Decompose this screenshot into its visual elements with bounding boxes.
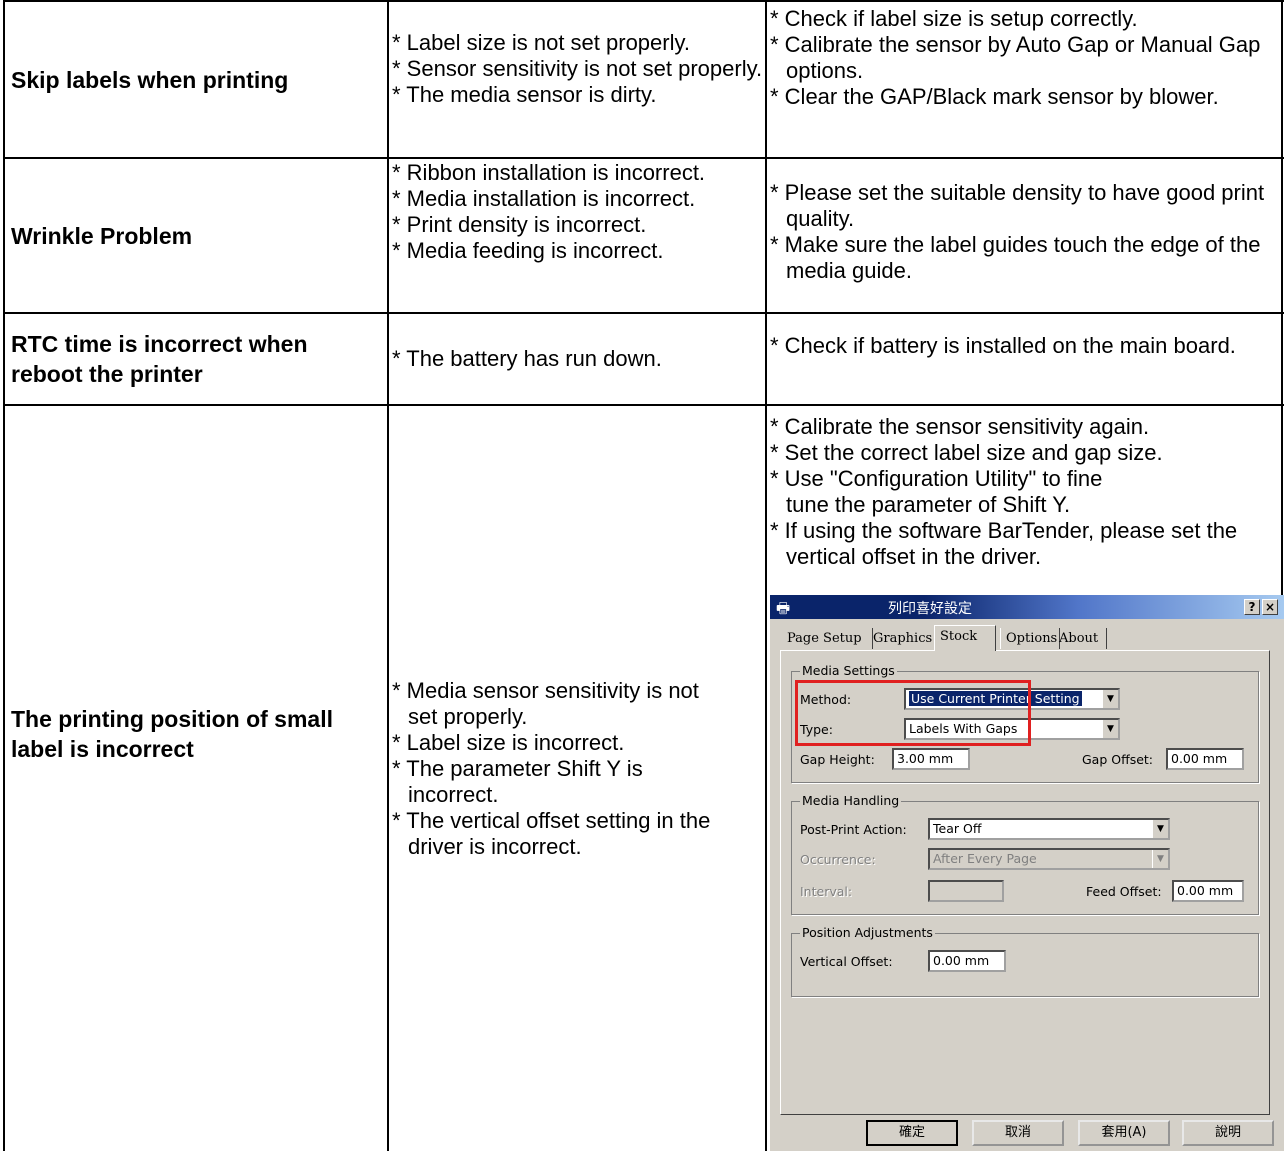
tab-about[interactable]: About xyxy=(1054,628,1107,649)
cause-item: * The battery has run down. xyxy=(392,346,662,371)
apply-button[interactable]: 套用(A) xyxy=(1078,1120,1170,1146)
solution-item: * Clear the GAP/Black mark sensor by blo… xyxy=(770,84,1219,109)
dropdown-arrow-icon[interactable]: ▼ xyxy=(1102,720,1118,738)
problem-cell: The printing position of small label is … xyxy=(3,704,387,784)
cause-item: * The vertical offset setting in the dri… xyxy=(392,808,711,859)
cause-item: * Ribbon installation is incorrect. xyxy=(392,160,706,185)
problem-text: RTC time is incorrect when reboot the pr… xyxy=(11,331,308,387)
column-divider xyxy=(765,0,767,1151)
problem-cell: Skip labels when printing xyxy=(3,2,387,157)
solution-cell: * Check if label size is setup correctly… xyxy=(770,6,1282,110)
gap-offset-input[interactable]: 0.00 mm xyxy=(1166,748,1244,770)
cause-item: * Print density is incorrect. xyxy=(392,212,647,237)
problem-text: Skip labels when printing xyxy=(11,66,289,93)
dialog-title: 列印喜好設定 xyxy=(888,601,972,617)
cause-item: * Label size is not set properly. xyxy=(392,30,690,55)
solution-item: * Calibrate the sensor sensitivity again… xyxy=(770,414,1150,439)
ok-button[interactable]: 確定 xyxy=(866,1120,958,1146)
dialog-titlebar: 🖶 列印喜好設定 ? × xyxy=(770,595,1284,619)
cause-cell: * Media sensor sensitivity is not set pr… xyxy=(392,678,764,860)
feed-offset-input[interactable]: 0.00 mm xyxy=(1172,880,1244,902)
cancel-button[interactable]: 取消 xyxy=(972,1120,1064,1146)
post-print-action-select[interactable]: Tear Off ▼ xyxy=(928,818,1170,840)
solution-cell: * Calibrate the sensor sensitivity again… xyxy=(770,414,1282,570)
cause-item: * Media installation is incorrect. xyxy=(392,186,696,211)
interval-input[interactable] xyxy=(928,880,1004,902)
problem-cell: Wrinkle Problem xyxy=(3,159,387,312)
printer-icon: 🖶 xyxy=(776,599,791,617)
group-title: Media Handling xyxy=(800,793,902,808)
cause-cell: * Ribbon installation is incorrect. * Me… xyxy=(392,160,764,264)
gap-height-label: Gap Height: xyxy=(800,752,875,767)
feed-offset-label: Feed Offset: xyxy=(1086,884,1162,899)
solution-cell: * Check if battery is installed on the m… xyxy=(770,333,1270,359)
cause-item: * Media sensor sensitivity is not set pr… xyxy=(392,678,699,729)
post-print-action-value: Tear Off xyxy=(933,821,982,836)
solution-item: * Check if label size is setup correctly… xyxy=(770,6,1138,31)
gap-offset-value: 0.00 mm xyxy=(1171,751,1228,766)
tab-options[interactable]: Options xyxy=(1000,628,1060,649)
solution-item: * Make sure the label guides touch the e… xyxy=(770,232,1261,283)
occurrence-value: After Every Page xyxy=(933,851,1037,866)
solution-item: * Please set the suitable density to hav… xyxy=(770,180,1265,231)
tab-page-setup[interactable]: Page Setup xyxy=(782,628,873,649)
position-adjustments-group: Position Adjustments Vertical Offset: 0.… xyxy=(791,925,1259,997)
tab-stock[interactable]: Stock xyxy=(934,625,996,651)
gap-height-input[interactable]: 3.00 mm xyxy=(892,748,970,770)
help-icon[interactable]: ? xyxy=(1244,599,1260,615)
feed-offset-value: 0.00 mm xyxy=(1177,883,1234,898)
gap-height-value: 3.00 mm xyxy=(897,751,954,766)
solution-item: * If using the software BarTender, pleas… xyxy=(770,518,1238,569)
occurrence-select[interactable]: After Every Page ▼ xyxy=(928,848,1170,870)
dropdown-arrow-icon[interactable]: ▼ xyxy=(1152,850,1168,868)
cause-item: * The parameter Shift Y is incorrect. xyxy=(392,756,643,807)
solution-item: * Check if battery is installed on the m… xyxy=(770,333,1236,358)
solution-item: * Set the correct label size and gap siz… xyxy=(770,440,1163,465)
solution-item: * Calibrate the sensor by Auto Gap or Ma… xyxy=(770,32,1261,83)
highlight-box xyxy=(795,680,1031,746)
tab-graphics[interactable]: Graphics xyxy=(868,628,941,649)
occurrence-label: Occurrence: xyxy=(800,852,876,867)
vertical-offset-value: 0.00 mm xyxy=(933,953,990,968)
problem-text: The printing position of small label is … xyxy=(11,706,333,762)
dropdown-arrow-icon[interactable]: ▼ xyxy=(1102,690,1118,708)
dropdown-arrow-icon[interactable]: ▼ xyxy=(1152,820,1168,838)
media-handling-group: Media Handling Post-Print Action: Tear O… xyxy=(791,793,1259,915)
vertical-offset-label: Vertical Offset: xyxy=(800,954,893,969)
cause-item: * Media feeding is incorrect. xyxy=(392,238,664,263)
group-title: Position Adjustments xyxy=(800,925,935,940)
problem-cell: RTC time is incorrect when reboot the pr… xyxy=(3,314,387,404)
cause-item: * The media sensor is dirty. xyxy=(392,82,657,107)
solution-item: * Use "Configuration Utility" to fine tu… xyxy=(770,466,1103,517)
problem-text: Wrinkle Problem xyxy=(11,222,193,249)
interval-label: Interval: xyxy=(800,884,853,899)
column-divider xyxy=(387,0,389,1151)
help-button[interactable]: 說明 xyxy=(1182,1120,1274,1146)
row-divider xyxy=(3,404,1284,406)
post-print-action-label: Post-Print Action: xyxy=(800,822,907,837)
printing-preferences-dialog: 🖶 列印喜好設定 ? × Page Setup Graphics Stock O… xyxy=(770,595,1284,1151)
cause-cell: * Label size is not set properly. * Sens… xyxy=(392,30,764,108)
solution-cell: * Please set the suitable density to hav… xyxy=(770,180,1282,284)
gap-offset-label: Gap Offset: xyxy=(1082,752,1154,767)
cause-item: * Label size is incorrect. xyxy=(392,730,625,755)
group-title: Media Settings xyxy=(800,663,897,678)
cause-item: * Sensor sensitivity is not set properly… xyxy=(392,56,763,81)
close-icon[interactable]: × xyxy=(1262,599,1278,615)
vertical-offset-input[interactable]: 0.00 mm xyxy=(928,950,1006,972)
cause-cell: * The battery has run down. xyxy=(392,346,764,372)
